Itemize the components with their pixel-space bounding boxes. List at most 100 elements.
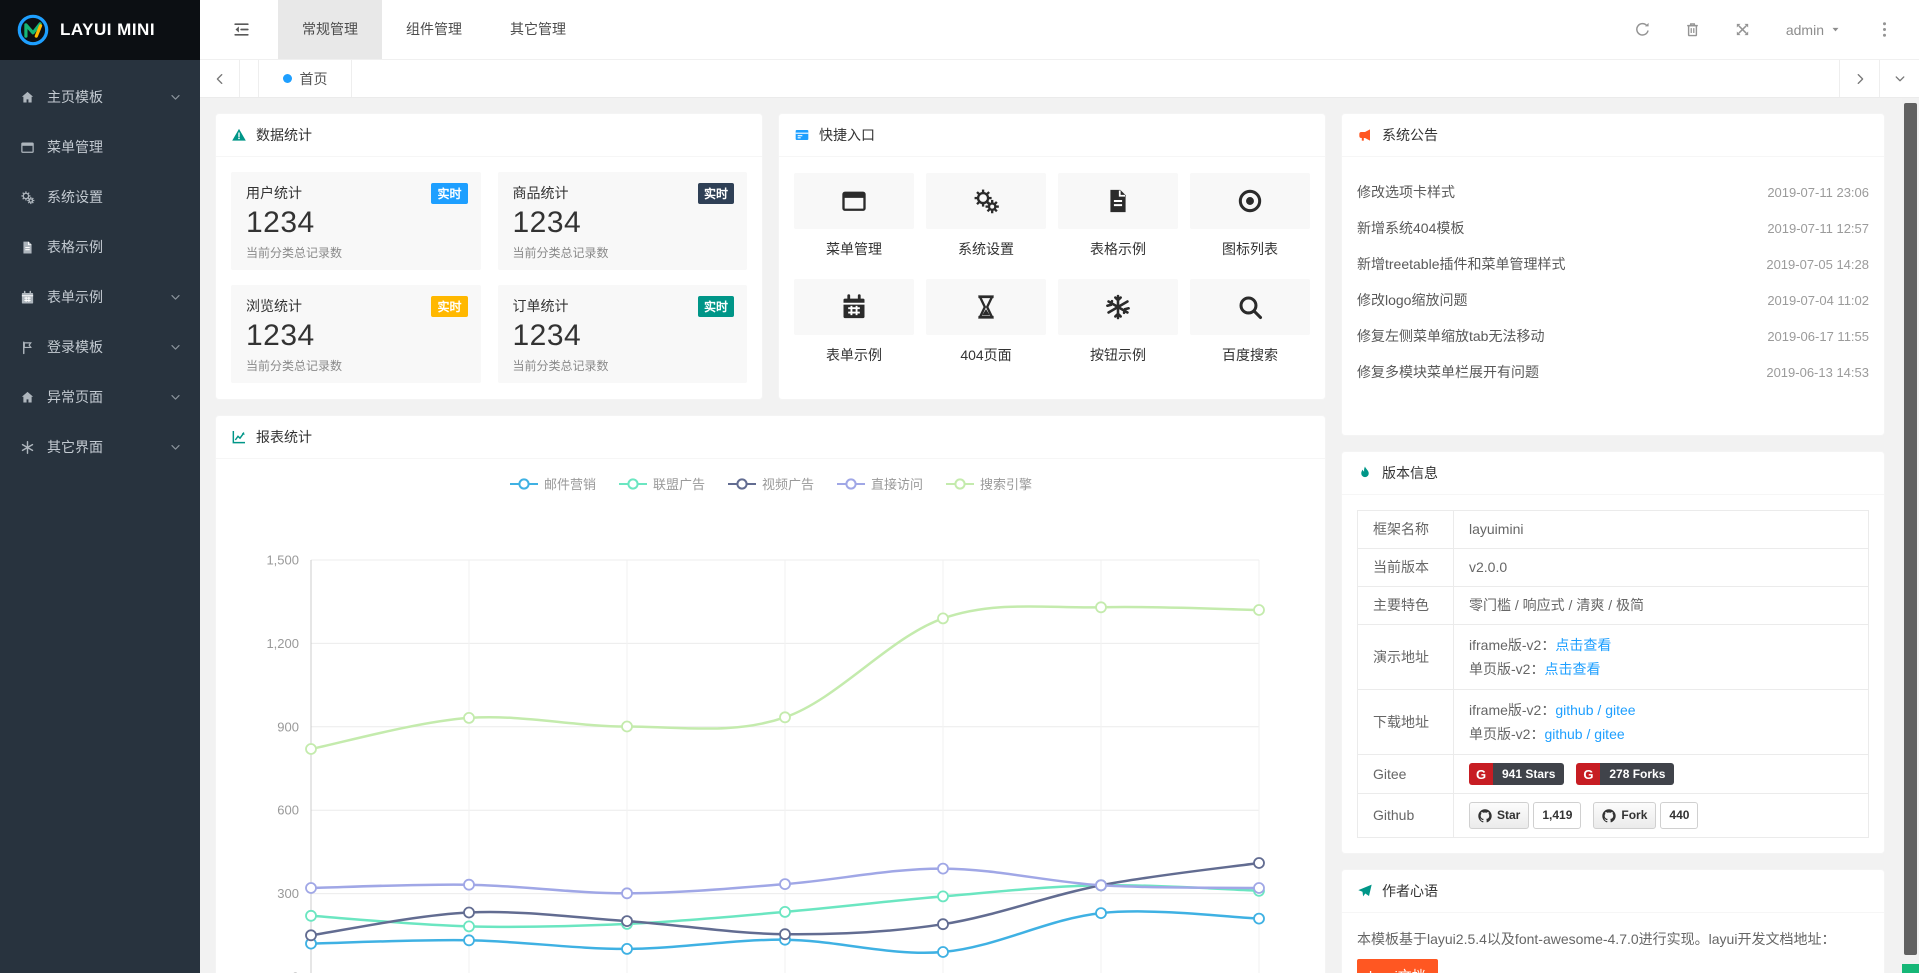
sidebar-item[interactable]: 表格示例 [0, 222, 200, 272]
fullscreen-icon[interactable] [1718, 21, 1768, 38]
version-table: 框架名称layuimini当前版本v2.0.0主要特色零门槛 / 响应式 / 清… [1357, 510, 1869, 838]
quick-entry[interactable]: 系统设置 [926, 173, 1046, 259]
svg-text:1,200: 1,200 [266, 636, 299, 651]
tab-scroll-right-button[interactable] [1839, 60, 1879, 97]
tab-scroll-left-button[interactable] [200, 60, 240, 97]
warning-triangle-icon [231, 127, 247, 143]
sidebar-item[interactable]: 表单示例 [0, 272, 200, 322]
sidebar-item[interactable]: 主页模板 [0, 72, 200, 122]
legend-item[interactable]: 视频广告 [727, 474, 814, 493]
chevron-down-icon [169, 91, 182, 104]
notice-item[interactable]: 修复左侧菜单缩放tab无法移动 2019-06-17 11:55 [1357, 318, 1869, 354]
layui-logo-icon [16, 13, 50, 47]
trash-icon[interactable] [1668, 21, 1718, 38]
stats-panel: 数据统计 用户统计 1234 当前分类总记录数 实时 商品统计 1234 当前分… [215, 113, 763, 400]
quick-entry[interactable]: 表单示例 [794, 279, 914, 365]
quick-entry[interactable]: 按钮示例 [1058, 279, 1178, 365]
notice-item[interactable]: 新增系统404模板 2019-07-11 12:57 [1357, 210, 1869, 246]
legend-marker-icon [945, 477, 975, 491]
version-panel-title: 版本信息 [1382, 463, 1438, 483]
tab-bar: 首页 [200, 60, 1919, 98]
link[interactable]: github [1544, 726, 1582, 742]
quick-entry[interactable]: 百度搜索 [1190, 279, 1310, 365]
sidebar-item[interactable]: 异常页面 [0, 372, 200, 422]
stat-value: 1234 [246, 319, 466, 353]
layui-doc-button[interactable]: layui文档 [1357, 959, 1438, 973]
report-panel: 报表统计 邮件营销 联盟广告 视频广告 直接访问 搜索引擎 0300600900… [215, 415, 1326, 973]
refresh-icon[interactable] [1618, 21, 1668, 38]
version-row: GithubStar1,419Fork440 [1358, 794, 1869, 838]
quick-entry[interactable]: 图标列表 [1190, 173, 1310, 259]
svg-text:0: 0 [292, 970, 299, 973]
notice-list: 修改选项卡样式 2019-07-11 23:06 新增系统404模板 2019-… [1342, 157, 1884, 407]
scrollbar-thumb[interactable] [1904, 103, 1917, 955]
stat-caption: 当前分类总记录数 [246, 244, 466, 261]
chevron-down-icon [169, 291, 182, 304]
stat-badge: 实时 [698, 183, 734, 204]
legend-item[interactable]: 直接访问 [836, 474, 923, 493]
file-icon [20, 240, 37, 255]
notice-item[interactable]: 修改logo缩放问题 2019-07-04 11:02 [1357, 282, 1869, 318]
github-badge[interactable]: Star1,419 [1469, 802, 1581, 829]
legend-item[interactable]: 联盟广告 [618, 474, 705, 493]
version-row: GiteeG941 StarsG278 Forks [1358, 755, 1869, 794]
notice-panel-title: 系统公告 [1382, 125, 1438, 145]
gitee-badge[interactable]: G941 Stars [1469, 763, 1564, 785]
report-chart-svg: 03006009001,2001,500周一周二周三周四周五周六周日 [216, 495, 1325, 973]
more-menu-icon[interactable] [1859, 20, 1909, 39]
quick-entry-panel: 快捷入口 菜单管理 系统设置 表格示例 图标列表 表单示例 404页面 按钮示例… [778, 113, 1326, 400]
quick-entry[interactable]: 404页面 [926, 279, 1046, 365]
window-icon [20, 140, 37, 155]
link[interactable]: 点击查看 [1555, 637, 1611, 653]
page-scrollbar[interactable] [1902, 98, 1919, 973]
bullhorn-icon [1357, 127, 1373, 143]
quick-entry[interactable]: 表格示例 [1058, 173, 1178, 259]
legend-marker-icon [618, 477, 648, 491]
header-tab[interactable]: 组件管理 [382, 0, 486, 59]
tab-operations-button[interactable] [1879, 60, 1919, 97]
legend-item[interactable]: 搜索引擎 [945, 474, 1032, 493]
collapse-menu-icon[interactable] [232, 20, 252, 39]
link[interactable]: gitee [1594, 726, 1624, 742]
header-tabs: 常规管理组件管理其它管理 [278, 0, 590, 59]
hourglass-icon [972, 293, 1000, 321]
link[interactable]: github [1555, 702, 1593, 718]
github-icon [1478, 809, 1492, 823]
sidebar-item[interactable]: 其它界面 [0, 422, 200, 472]
sidebar-item[interactable]: 登录模板 [0, 322, 200, 372]
version-row: 主要特色零门槛 / 响应式 / 清爽 / 极简 [1358, 587, 1869, 625]
link[interactable]: 点击查看 [1544, 661, 1600, 677]
version-row: 下载地址iframe版-v2：github / gitee单页版-v2：gith… [1358, 690, 1869, 755]
user-dropdown[interactable]: admin [1768, 22, 1859, 38]
version-row: 演示地址iframe版-v2：点击查看单页版-v2：点击查看 [1358, 625, 1869, 690]
header-tab[interactable]: 常规管理 [278, 0, 382, 59]
version-value: 零门槛 / 响应式 / 清爽 / 极简 [1469, 597, 1644, 613]
svg-text:600: 600 [277, 803, 299, 818]
chevron-down-icon [169, 341, 182, 354]
search-icon [1236, 293, 1264, 321]
github-badge[interactable]: Fork440 [1593, 802, 1698, 829]
card-icon [794, 127, 810, 143]
gitee-badge[interactable]: G278 Forks [1576, 763, 1674, 785]
link[interactable]: gitee [1605, 702, 1635, 718]
notice-item[interactable]: 修复多模块菜单栏展开有问题 2019-06-13 14:53 [1357, 354, 1869, 390]
notice-item[interactable]: 修改选项卡样式 2019-07-11 23:06 [1357, 174, 1869, 210]
notice-item[interactable]: 新增treetable插件和菜单管理样式 2019-07-05 14:28 [1357, 246, 1869, 282]
sidebar-item[interactable]: 菜单管理 [0, 122, 200, 172]
tab-home[interactable]: 首页 [258, 60, 352, 97]
stat-badge: 实时 [431, 183, 467, 204]
app-logo[interactable]: LAYUI MINI [0, 0, 200, 60]
scrollbar-bottom-marker [1902, 964, 1919, 973]
svg-text:1,500: 1,500 [266, 553, 299, 568]
stat-caption: 当前分类总记录数 [513, 244, 733, 261]
caret-down-icon [1830, 24, 1841, 35]
legend-marker-icon [509, 477, 539, 491]
legend-item[interactable]: 邮件营销 [509, 474, 596, 493]
stat-badge: 实时 [431, 296, 467, 317]
quick-entry[interactable]: 菜单管理 [794, 173, 914, 259]
home-icon [20, 390, 37, 405]
header-tab[interactable]: 其它管理 [486, 0, 590, 59]
stat-value: 1234 [246, 206, 466, 240]
sidebar-item[interactable]: 系统设置 [0, 172, 200, 222]
chevron-down-icon [169, 391, 182, 404]
